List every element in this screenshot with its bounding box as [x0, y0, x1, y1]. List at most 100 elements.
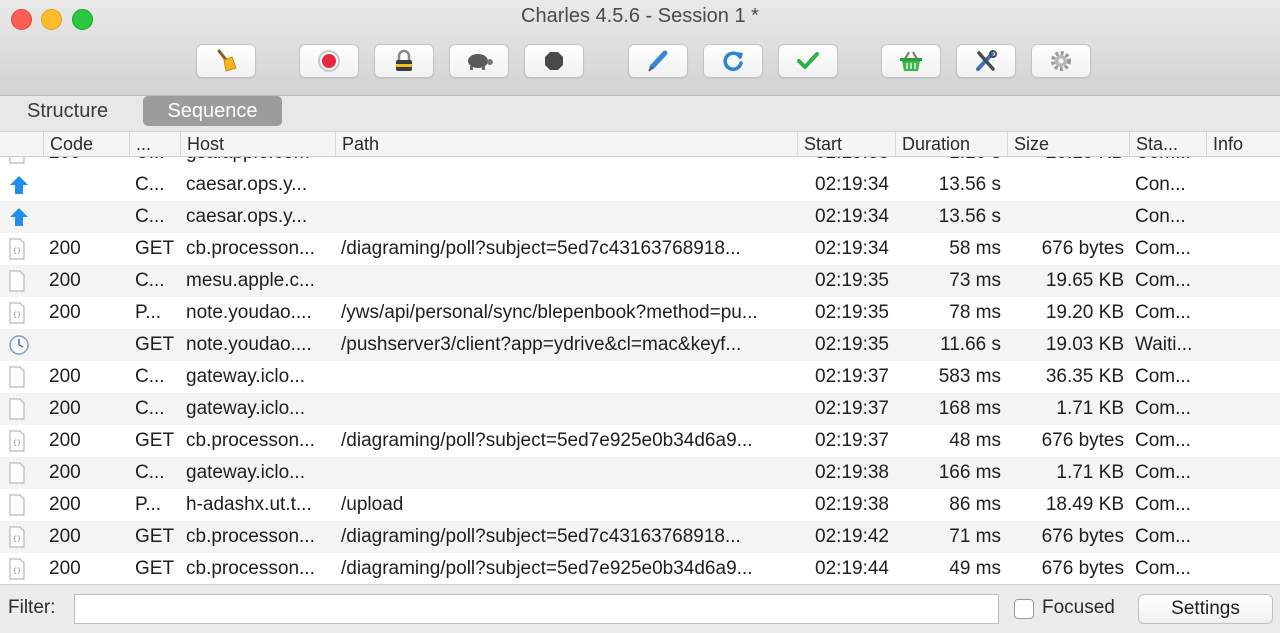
- compose-button[interactable]: [628, 44, 688, 78]
- column-header-size[interactable]: Size: [1007, 132, 1129, 156]
- path-cell: /pushserver3/client?app=ydrive&cl=mac&ke…: [341, 334, 742, 355]
- duration-cell: 166 ms: [938, 462, 1001, 483]
- column-header-code[interactable]: Code: [43, 132, 129, 156]
- duration-cell: 1.10 s: [895, 157, 1001, 169]
- column-header-host[interactable]: Host: [180, 132, 335, 156]
- file-icon: [9, 366, 25, 388]
- record-button[interactable]: [299, 44, 359, 78]
- code-cell: 200: [49, 157, 119, 169]
- throttling-button[interactable]: [449, 44, 509, 78]
- tab-structure[interactable]: Structure: [13, 96, 122, 126]
- clear-session-button[interactable]: [196, 44, 256, 78]
- table-row[interactable]: 200 C... gateway.iclo... 02:19:38 166 ms 1.71…: [0, 457, 1280, 489]
- code-cell: 200: [49, 494, 81, 515]
- table-row[interactable]: {} 200 GET cb.processon... /diagraming/poll?…: [0, 521, 1280, 553]
- svg-text:{}: {}: [13, 535, 21, 543]
- host-cell: cb.processon...: [186, 430, 315, 451]
- column-header-method[interactable]: ...: [129, 132, 180, 156]
- host-cell: mesu.apple.c...: [186, 270, 315, 291]
- column-header-path[interactable]: Path: [335, 132, 797, 156]
- table-row[interactable]: {} 200 GET cb.processon... /diagraming/poll?…: [0, 553, 1280, 584]
- method-cell: GET: [135, 558, 175, 579]
- file-icon: [9, 462, 25, 484]
- table-row[interactable]: C... caesar.ops.y... 02:19:34 13.56 s Con...: [0, 201, 1280, 233]
- size-cell: 676 bytes: [1041, 526, 1124, 547]
- duration-cell: 13.56 s: [938, 206, 1001, 227]
- column-header-icon[interactable]: [0, 132, 43, 156]
- column-header-info[interactable]: Info: [1206, 132, 1280, 156]
- pen-icon: [648, 50, 668, 72]
- table-row[interactable]: {} 200 P... note.youdao.... /yws/api/persona…: [0, 297, 1280, 329]
- settings-gear-button[interactable]: [1031, 44, 1091, 78]
- tools-button[interactable]: [956, 44, 1016, 78]
- focused-label[interactable]: Focused: [1042, 597, 1115, 619]
- table-row[interactable]: 200 C... gateway.iclo... 02:19:37 583 ms 36.3…: [0, 361, 1280, 393]
- table-row[interactable]: {} 200 GET cb.processon... /diagraming/poll?…: [0, 233, 1280, 265]
- size-cell: 19.65 KB: [1045, 270, 1124, 291]
- row-icon-cell: {}: [8, 553, 34, 584]
- validate-button[interactable]: [778, 44, 838, 78]
- file-icon: [9, 398, 25, 420]
- start-cell: 02:19:38: [815, 462, 889, 483]
- request-table: 200 C... gsa.apple.com 02:19:33 1.10 s 2…: [0, 157, 1280, 584]
- table-row-partial[interactable]: 200 C... gsa.apple.com 02:19:33 1.10 s 2…: [0, 157, 1280, 169]
- table-row[interactable]: 200 P... h-adashx.ut.t... /upload 02:19:38 86…: [0, 489, 1280, 521]
- code-cell: 200: [49, 558, 81, 579]
- code-cell: 200: [49, 302, 81, 323]
- record-icon: [318, 50, 340, 72]
- table-row[interactable]: C... caesar.ops.y... 02:19:34 13.56 s Con...: [0, 169, 1280, 201]
- stop-icon: [545, 52, 563, 70]
- path-cell: [341, 457, 793, 489]
- focused-checkbox[interactable]: [1014, 599, 1034, 619]
- column-header-duration[interactable]: Duration: [895, 132, 1007, 156]
- column-header-start[interactable]: Start: [797, 132, 895, 156]
- method-cell: C...: [135, 174, 165, 195]
- host-cell: cb.processon...: [186, 558, 315, 579]
- status-cell: Com...: [1135, 238, 1191, 259]
- code-cell: 200: [49, 366, 81, 387]
- tools-basket-button[interactable]: [881, 44, 941, 78]
- breakpoints-button[interactable]: [524, 44, 584, 78]
- start-cell: 02:19:35: [815, 334, 889, 355]
- repeat-button[interactable]: [703, 44, 763, 78]
- duration-cell: 168 ms: [938, 398, 1001, 419]
- basket-icon: [900, 51, 922, 71]
- start-cell: 02:19:35: [815, 270, 889, 291]
- size-cell: 18.49 KB: [1045, 494, 1124, 515]
- table-row[interactable]: 200 C... mesu.apple.c... 02:19:35 73 ms 19.65…: [0, 265, 1280, 297]
- row-icon-cell: [8, 157, 34, 169]
- filter-settings-button[interactable]: Settings: [1138, 594, 1273, 624]
- method-cell: P...: [135, 494, 162, 515]
- json-file-icon: {}: [9, 526, 25, 548]
- method-cell: C...: [135, 270, 165, 291]
- column-header-status[interactable]: Sta...: [1129, 132, 1206, 156]
- host-cell: note.youdao....: [186, 334, 312, 355]
- host-cell: gateway.iclo...: [186, 398, 305, 419]
- start-cell: 02:19:35: [815, 302, 889, 323]
- table-row[interactable]: GET note.youdao.... /pushserver3/client?ap…: [0, 329, 1280, 361]
- ssl-proxying-button[interactable]: [374, 44, 434, 78]
- size-cell: 36.35 KB: [1045, 366, 1124, 387]
- path-cell: /yws/api/personal/sync/blepenbook?method…: [341, 302, 758, 323]
- tab-sequence[interactable]: Sequence: [143, 96, 282, 126]
- filter-input[interactable]: [74, 594, 999, 624]
- lock-icon: [396, 49, 412, 71]
- status-cell: Com...: [1135, 494, 1191, 515]
- duration-cell: 58 ms: [949, 238, 1001, 259]
- method-cell: C...: [135, 206, 165, 227]
- path-cell: [341, 169, 793, 201]
- table-header: Code ... Host Path Start Duration Size S…: [0, 132, 1280, 157]
- table-row[interactable]: 200 C... gateway.iclo... 02:19:37 168 ms 1.71…: [0, 393, 1280, 425]
- window-title: Charles 4.5.6 - Session 1 *: [521, 5, 759, 27]
- path-cell: /diagraming/poll?subject=5ed7e925e0b34d6…: [341, 558, 753, 579]
- svg-text:{}: {}: [13, 247, 21, 255]
- status-cell: Com...: [1135, 398, 1191, 419]
- status-cell: Con...: [1135, 206, 1186, 227]
- gear-icon: [1051, 51, 1071, 71]
- size-cell: [1007, 201, 1124, 233]
- status-cell: Com...: [1135, 366, 1191, 387]
- status-cell: Com...: [1135, 270, 1191, 291]
- start-cell: 02:19:34: [815, 206, 889, 227]
- table-row[interactable]: {} 200 GET cb.processon... /diagraming/poll?…: [0, 425, 1280, 457]
- size-cell: 19.03 KB: [1045, 334, 1124, 355]
